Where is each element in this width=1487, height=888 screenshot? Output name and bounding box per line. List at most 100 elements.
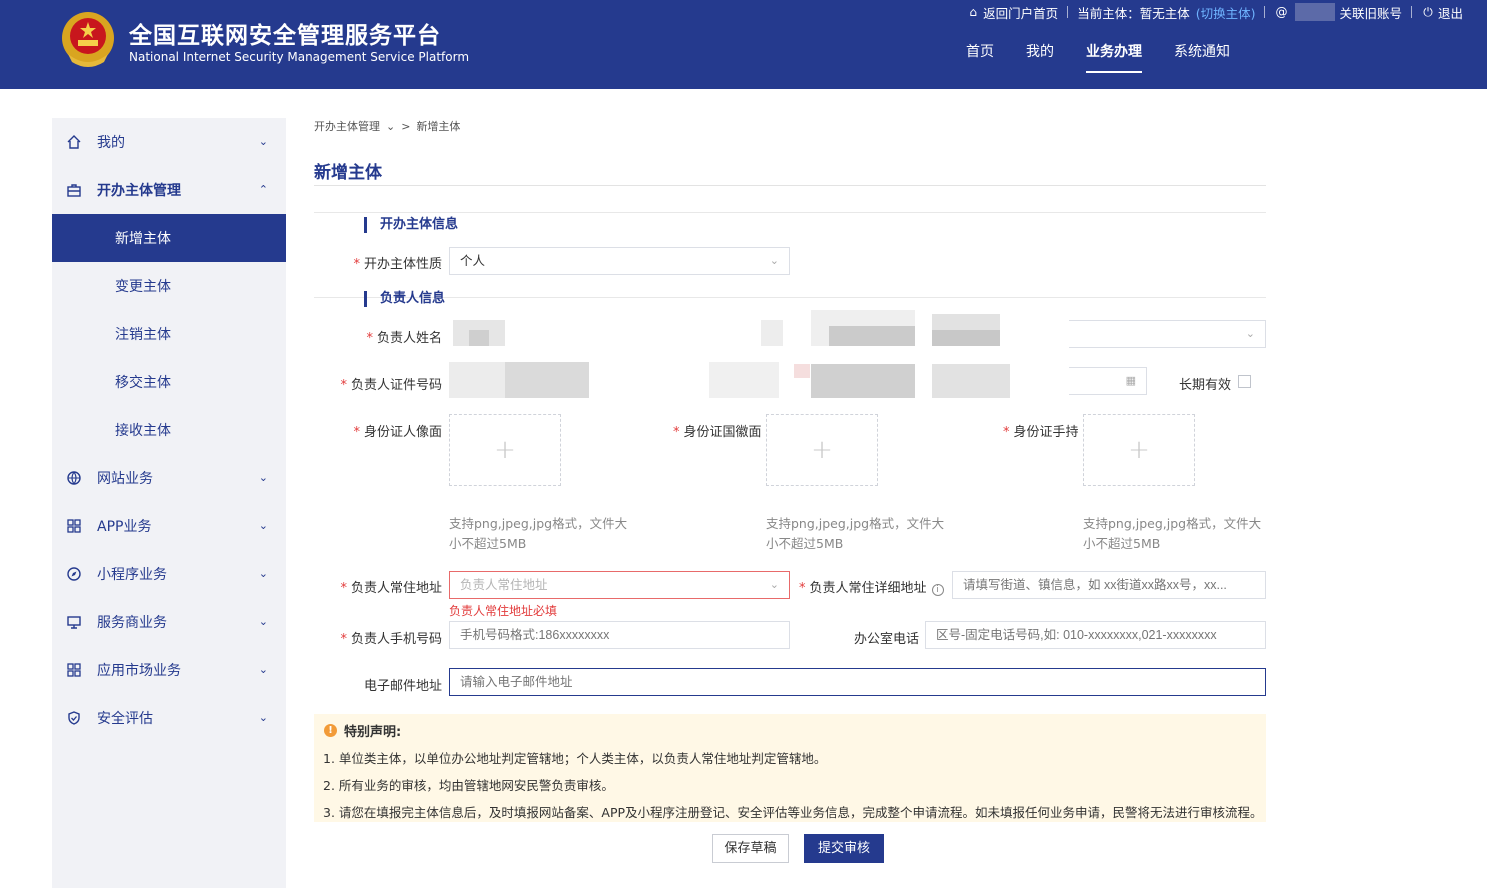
office-phone-input[interactable] — [925, 621, 1266, 649]
nav-business[interactable]: 业务办理 — [1086, 43, 1142, 73]
section-title-subject-info: 开办主体信息 — [364, 217, 458, 233]
upload-hint: 支持png,jpeg,jpg格式，文件大 小不超过5MB — [449, 516, 628, 551]
shield-icon — [66, 710, 82, 726]
chevron-down-icon: ⌄ — [258, 135, 268, 148]
sidebar-item-security-assessment[interactable]: 安全评估 ⌄ — [52, 694, 286, 742]
phone-label: * 负责人手机号码 — [340, 632, 442, 647]
power-icon: ⏻ — [1423, 4, 1433, 19]
sidebar-item-subject-management[interactable]: 开办主体管理 ⌃ — [52, 166, 286, 214]
chevron-down-icon: ⌄ — [258, 471, 268, 484]
notice-line: 3. 请您在填报完主体信息后，及时填报网站备案、APP及小程序注册登记、安全评估… — [323, 805, 1263, 820]
required-mark: * — [799, 581, 806, 596]
notice-line: 1. 单位类主体，以单位办公地址判定管辖地；个人类主体，以负责人常住地址判定管辖… — [323, 751, 827, 766]
logout-link[interactable]: 退出 — [1438, 3, 1463, 22]
phone-input[interactable] — [449, 621, 790, 649]
required-mark: * — [340, 378, 347, 393]
plus-icon: + — [1128, 435, 1150, 465]
upload-hint: 支持png,jpeg,jpg格式，文件大 小不超过5MB — [766, 516, 945, 551]
required-mark: * — [1003, 425, 1010, 440]
required-mark: * — [366, 331, 373, 346]
notice-line: 2. 所有业务的审核，均由管辖地网安民警负责审核。 — [323, 778, 614, 793]
chevron-down-icon: ⌄ — [769, 578, 779, 591]
main-nav: 首页 我的 业务办理 系统通知 — [966, 43, 1262, 73]
address-error-message: 负责人常住地址必填 — [449, 604, 558, 618]
special-notice-box: ! 特别声明: 1. 单位类主体，以单位办公地址判定管辖地；个人类主体，以负责人常… — [314, 714, 1266, 822]
sidebar-item-website[interactable]: 网站业务 ⌄ — [52, 454, 286, 502]
id-front-upload[interactable]: + — [449, 414, 561, 486]
sidebar-subitem-receive-subject[interactable]: 接收主体 — [52, 406, 286, 454]
subject-type-label: * 开办主体性质 — [353, 257, 442, 272]
section-title-principal-info: 负责人信息 — [364, 291, 445, 307]
breadcrumb-parent[interactable]: 开办主体管理 — [314, 120, 380, 133]
calendar-icon: ▦ — [1125, 374, 1136, 387]
chevron-down-icon: ⌄ — [258, 663, 268, 676]
nav-mine[interactable]: 我的 — [1026, 43, 1054, 73]
sidebar-item-label: 开办主体管理 — [97, 183, 181, 199]
user-icon: @ — [1275, 5, 1288, 19]
required-mark: * — [340, 632, 347, 647]
sidebar-item-service-provider[interactable]: 服务商业务 ⌄ — [52, 598, 286, 646]
chevron-down-icon: ⌄ — [258, 519, 268, 532]
long-term-label: 长期有效 — [1179, 378, 1232, 393]
sidebar-item-mine[interactable]: 我的 ⌄ — [52, 118, 286, 166]
divider — [1067, 6, 1069, 18]
switch-subject-link[interactable]: (切换主体) — [1196, 3, 1256, 22]
id-hand-upload[interactable]: + — [1083, 414, 1195, 486]
id-front-label: * 身份证人像面 — [353, 425, 442, 440]
link-old-account-link[interactable]: 关联旧账号 — [1339, 3, 1402, 22]
privacy-mosaic-overlay — [449, 310, 1069, 400]
apps-grid-icon — [66, 518, 82, 534]
sidebar-item-app-market[interactable]: 应用市场业务 ⌄ — [52, 646, 286, 694]
chevron-down-icon: ⌄ — [1245, 327, 1255, 340]
email-input[interactable] — [449, 668, 1266, 696]
id-back-upload[interactable]: + — [766, 414, 878, 486]
notice-title: ! 特别声明: — [324, 721, 401, 740]
nav-home[interactable]: 首页 — [966, 43, 994, 73]
globe-icon — [66, 470, 82, 486]
sidebar-subitem-cancel-subject[interactable]: 注销主体 — [52, 310, 286, 358]
required-mark: * — [353, 425, 360, 440]
address-detail-input[interactable] — [952, 571, 1266, 599]
sidebar: 我的 ⌄ 开办主体管理 ⌃ 新增主体 变更主体 注销主体 移交主体 接收主体 网… — [52, 118, 286, 888]
sidebar-item-label: APP业务 — [97, 519, 152, 535]
current-subject-text: 当前主体：暂无主体 — [1077, 5, 1190, 21]
plus-icon: + — [494, 435, 516, 465]
required-mark: * — [353, 257, 360, 272]
plus-icon: + — [811, 435, 833, 465]
top-utility-bar: ⌂ 返回门户首页 当前主体：暂无主体 (切换主体) @ 关联旧账号 ⏻ 退出 — [966, 3, 1463, 21]
briefcase-icon — [66, 182, 82, 198]
sidebar-subitem-add-subject[interactable]: 新增主体 — [52, 214, 286, 262]
sidebar-item-app[interactable]: APP业务 ⌄ — [52, 502, 286, 550]
principal-name-label: * 负责人姓名 — [366, 331, 442, 346]
sidebar-item-label: 网站业务 — [97, 471, 153, 487]
page-title: 新增主体 — [314, 163, 382, 183]
top-header: 全国互联网安全管理服务平台 National Internet Security… — [0, 0, 1487, 89]
sidebar-item-label: 应用市场业务 — [97, 663, 181, 679]
id-number-label: * 负责人证件号码 — [340, 378, 442, 393]
nav-notifications[interactable]: 系统通知 — [1174, 43, 1230, 73]
home-icon — [66, 134, 82, 150]
address-label: * 负责人常住地址 — [340, 581, 442, 596]
sidebar-subitem-transfer-subject[interactable]: 移交主体 — [52, 358, 286, 406]
home-icon: ⌂ — [969, 5, 977, 19]
divider — [314, 297, 1266, 298]
office-phone-label: 办公室电话 — [854, 632, 920, 647]
sidebar-item-label: 服务商业务 — [97, 615, 167, 631]
breadcrumb: 开办主体管理 ⌄ > 新增主体 — [314, 118, 466, 134]
sidebar-subitem-change-subject[interactable]: 变更主体 — [52, 262, 286, 310]
portal-home-link[interactable]: 返回门户首页 — [983, 3, 1058, 22]
address-select[interactable]: 负责人常住地址 ⌄ — [449, 571, 790, 599]
submit-review-button[interactable]: 提交审核 — [804, 834, 884, 863]
required-mark: * — [340, 581, 347, 596]
subject-type-select[interactable]: 个人 ⌄ — [449, 247, 790, 275]
save-draft-button[interactable]: 保存草稿 — [712, 834, 789, 863]
long-term-checkbox[interactable] — [1238, 375, 1251, 388]
chevron-down-icon: ⌄ — [258, 711, 268, 724]
platform-title-english: National Internet Security Management Se… — [129, 50, 470, 64]
address-detail-label: * 负责人常住详细地址 i — [799, 577, 944, 596]
sidebar-item-mini-program[interactable]: 小程序业务 ⌄ — [52, 550, 286, 598]
divider — [1264, 6, 1266, 18]
divider — [314, 212, 1266, 213]
required-mark: * — [673, 425, 680, 440]
info-icon[interactable]: i — [931, 584, 944, 596]
